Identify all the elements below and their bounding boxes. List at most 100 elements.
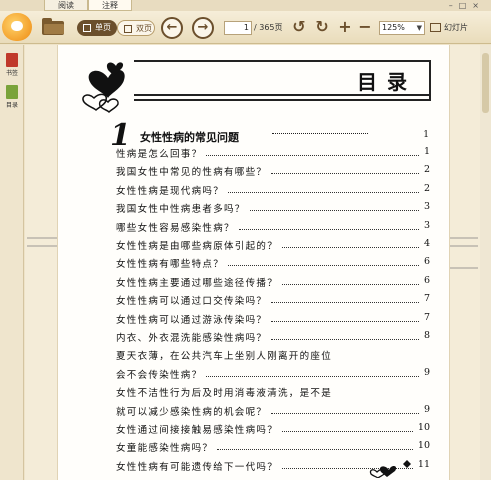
sidebar-item-bookmarks[interactable]: 书签 [3,53,21,77]
page-number-input[interactable]: 1 [224,21,252,35]
zoom-out-icon[interactable]: − [356,18,374,36]
toc-entry[interactable]: 哪些女性容易感染性病？ 3 [116,220,431,238]
page-header: 目录 [78,60,431,114]
toc-entry[interactable]: 女性性病是由哪些病原体引起的？ 4 [116,238,431,256]
leader-dots [206,155,419,156]
page-edge-mark [448,237,478,239]
toc-entry[interactable]: 就可以减少感染性病的机会呢？ 9 [116,404,431,422]
tab-read[interactable]: 阅读 [44,0,88,11]
sidebar-item-toc[interactable]: 目录 [3,85,21,109]
toc-entry[interactable]: 女性性病可以通过口交传染吗？ 7 [116,293,431,311]
leader-dots [239,228,419,230]
toc-entry[interactable]: 夏天衣薄，在公共汽车上坐别人刚离开的座位 [116,348,431,366]
toc-entry-page: 2 [423,182,430,194]
toc-entry-page: 8 [423,330,430,341]
leader-dots [271,339,419,340]
toc-entry-title: 就可以减少感染性病的机会呢？ [116,406,268,418]
toc-entry[interactable]: 女性性病可以通过游泳传染吗？ 7 [116,312,431,330]
toc-entry-title: 女性性病主要通过哪些途径传播？ [116,277,279,289]
toc-entry[interactable]: 女性不洁性行为后及时用消毒液清洗，是不是 [116,385,431,403]
double-page-icon [124,25,132,33]
scrollbar-thumb[interactable] [482,53,489,113]
page-edge-mark [448,267,478,269]
toc-entry[interactable]: 我国女性中性病患者多吗？ 3 [116,201,431,219]
toc-entry-title: 哪些女性容易感染性病？ [116,222,235,234]
toc-entry[interactable]: 我国女性中常见的性病有哪些？ 2 [116,164,431,182]
rotate-right-icon[interactable]: ↻ [313,18,331,36]
vertical-scrollbar[interactable] [480,45,491,480]
leader-dots [250,210,419,212]
toc-entry-page: 9 [423,403,430,415]
toc-entry-title: 会不会传染性病？ [116,369,203,381]
page-edge-mark [27,245,57,247]
maximize-icon[interactable]: □ [459,1,473,10]
app-logo-icon[interactable] [2,13,32,41]
next-page-button[interactable]: → [192,17,214,39]
leader-dots [271,412,419,414]
toc-entry-page: 6 [423,274,430,286]
toc-entry-title: 我国女性中性病患者多吗？ [116,204,246,216]
toc-entry-title: 女性性病有可能遗传给下一代吗？ [116,461,279,473]
slideshow-button[interactable]: 幻灯片 [430,20,468,36]
book-page: 目录 1 女性性病的常见问题 1 性病是怎么回事？ 1 我国女性中常见的性病有哪些？… [57,45,450,480]
zoom-value: 125% [382,23,405,32]
toc-entry-page: 1 [423,146,430,157]
sidebar-item-label: 目录 [5,102,18,109]
leader-dots [282,431,413,432]
toc-entry-page: 10 [417,422,430,433]
tab-notes[interactable]: 注释 [88,0,132,11]
leader-dots [272,133,368,134]
page-edge-mark [27,237,57,239]
toc-entry-page: 10 [417,440,430,452]
toc-entry[interactable]: 女童能感染性病吗？ 10 [116,440,431,458]
bookmark-icon [6,53,18,67]
open-folder-icon[interactable] [42,18,64,35]
zoom-in-icon[interactable]: + [336,18,354,36]
toc-entry-page: 7 [423,293,430,305]
minimize-icon[interactable]: – [449,1,459,10]
header-rule [134,99,431,101]
double-page-label: 双页 [136,24,152,33]
page-edge-mark [448,245,478,247]
toc-icon [6,85,18,99]
leader-dots [217,449,413,451]
leader-dots [282,247,419,248]
toc-entry-title: 女性性病是由哪些病原体引起的？ [116,241,279,252]
leader-dots [228,191,419,193]
toc-entry[interactable]: 女性性病主要通过哪些途径传播？ 6 [116,275,431,293]
leader-dots [271,173,419,175]
single-page-button[interactable]: 单页 [77,20,117,36]
toc-entry-page: 6 [423,256,430,268]
prev-page-button[interactable]: ← [161,17,183,39]
toc-entry[interactable]: 内衣、外衣混洗能感染性病吗？ 8 [116,330,431,348]
double-page-button[interactable]: 双页 [117,20,155,36]
toc-entry-title: 女性不洁性行为后及时用消毒液清洗，是不是 [116,388,333,400]
chapter-title[interactable]: 女性性病的常见问题 [140,129,239,145]
slideshow-icon [430,23,441,32]
corner-decoration-icon [369,460,411,478]
rotate-left-icon[interactable]: ↺ [290,18,308,36]
close-icon[interactable]: × [472,1,485,10]
single-page-icon [83,24,91,32]
zoom-select[interactable]: 125% ▼ [379,21,425,35]
leader-dots [271,302,419,304]
leader-dots [282,283,419,285]
toc-entry-title: 女性通过间接接触易感染性病吗？ [116,425,279,436]
toc-entry-title: 女性性病可以通过口交传染吗？ [116,296,268,308]
toc-entry-title: 女性性病可以通过游泳传染吗？ [116,314,268,326]
toc-entry[interactable]: 女性性病有哪些特点？ 6 [116,256,431,274]
toc-entry-title: 内衣、外衣混洗能感染性病吗？ [116,333,268,344]
chapter-page: 1 [423,130,429,140]
toc-entry-page: 4 [423,238,430,249]
toc-entry-page: 3 [423,201,430,213]
toc-entry-page: 3 [423,219,430,231]
toc-entry[interactable]: 女性性病是现代病吗？ 2 [116,183,431,201]
toc-entry[interactable]: 会不会传染性病？ 9 [116,367,431,385]
sidebar: 书签 目录 [0,45,24,480]
toc-entry[interactable]: 性病是怎么回事？ 1 [116,146,431,164]
chevron-down-icon: ▼ [416,24,422,32]
toc-entry[interactable]: 女性通过间接接触易感染性病吗？ 10 [116,422,431,440]
window-controls: –□× [449,0,485,11]
hearts-decoration-icon [82,62,125,114]
toc-entry-title: 夏天衣薄，在公共汽车上坐别人刚离开的座位 [116,351,333,363]
